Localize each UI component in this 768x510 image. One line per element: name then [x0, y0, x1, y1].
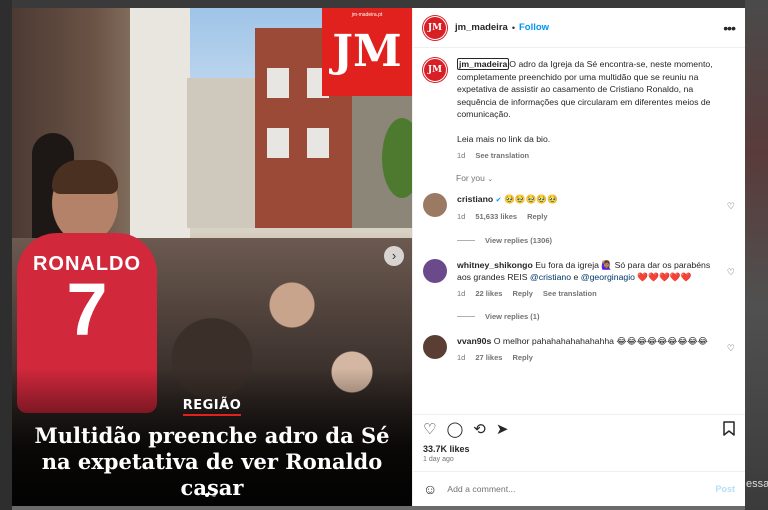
heart-icon[interactable]: ♡ — [727, 201, 735, 212]
reply-button[interactable]: Reply — [512, 353, 532, 362]
comment-body: whitney_shikongo Eu fora da igreja 🙋🏽‍♀️… — [457, 259, 717, 301]
repost-icon[interactable]: ⟲ — [473, 422, 486, 437]
verified-icon: ✔ — [495, 196, 502, 204]
boy-hair-top — [52, 160, 118, 194]
comment-avatar[interactable] — [423, 258, 447, 283]
see-translation-link[interactable]: See translation — [543, 289, 597, 298]
jm-logo: jm-madeira.pt JM — [322, 8, 412, 96]
view-replies-button[interactable]: View replies (1306) — [457, 236, 735, 245]
region-label: REGIÃO — [182, 398, 242, 416]
comment-body: vvan90s O melhor pahahahahahahahha 😂😂😂😂😂… — [457, 335, 717, 364]
comment-text-mid: e — [571, 272, 581, 282]
comment-avatar[interactable] — [423, 335, 447, 359]
backdrop-top — [12, 0, 768, 8]
comments-section[interactable]: JM jm_madeira O adro da Igreja da Sé enco… — [413, 48, 745, 414]
building — [187, 78, 257, 228]
caption-age: 1d — [457, 151, 466, 160]
see-translation-link[interactable]: See translation — [475, 151, 529, 160]
post-header: JM jm_madeira • Follow ••• — [413, 8, 745, 48]
chevron-down-icon: ⌄ — [487, 175, 494, 183]
comment-meta: 1d 27 likes Reply — [457, 352, 717, 365]
caption-body: jm_madeira O adro da Igreja da Sé encontr… — [457, 58, 735, 163]
like-count[interactable]: 33.7K likes — [413, 444, 745, 454]
avatar[interactable]: JM — [423, 15, 447, 40]
comment-age: 1d — [457, 288, 466, 298]
comment-text-end: ❤️❤️❤️❤️❤️ — [635, 272, 692, 282]
image-headline: Multidão preenche adro da Sé na expetati… — [34, 423, 390, 500]
author-username[interactable]: jm_madeira — [455, 22, 508, 33]
backdrop-right-text: essag — [746, 478, 768, 490]
send-icon[interactable]: ➤ — [496, 422, 509, 437]
comment: whitney_shikongo Eu fora da igreja 🙋🏽‍♀️… — [423, 258, 735, 301]
comment-likes[interactable]: 51,633 likes — [475, 212, 517, 221]
comment-icon[interactable]: ◯ — [446, 422, 463, 437]
caption-avatar[interactable]: JM — [423, 58, 447, 82]
header-separator: • — [511, 22, 515, 33]
carousel-dots — [205, 493, 216, 497]
heart-icon[interactable]: ♡ — [423, 422, 436, 437]
comment-avatar[interactable] — [423, 192, 447, 217]
comment-username[interactable]: whitney_shikongo — [457, 260, 533, 270]
action-bar: ♡ ◯ ⟲ ➤ — [413, 414, 745, 444]
comment-username[interactable]: vvan90s — [457, 336, 491, 346]
more-horizontal-icon[interactable]: ••• — [723, 20, 736, 36]
comment-input[interactable] — [447, 484, 716, 494]
for-you-filter[interactable]: For you ⌄ — [456, 173, 735, 183]
post-image[interactable]: RONALDO 7 jm-madeira.pt JM › REGIÃO Mult… — [12, 8, 412, 506]
comment-likes[interactable]: 22 likes — [475, 289, 502, 298]
backdrop-left — [0, 0, 12, 510]
caption: JM jm_madeira O adro da Igreja da Sé enco… — [423, 58, 735, 163]
comment-age: 1d — [457, 352, 466, 362]
caption-read-more: Leia mais no link da bio. — [457, 133, 551, 144]
caption-meta: 1d See translation — [457, 150, 735, 163]
post-modal: RONALDO 7 jm-madeira.pt JM › REGIÃO Mult… — [12, 8, 745, 506]
comment-body: cristiano ✔ 🥹🥹🥹🥹🥹 1d 51,633 likes Reply — [457, 193, 717, 224]
chevron-right-icon[interactable]: › — [384, 246, 404, 266]
carousel-dot[interactable] — [212, 493, 216, 497]
caption-username[interactable]: jm_madeira — [457, 58, 510, 70]
mention-link[interactable]: @georginagio — [581, 272, 635, 282]
comment-username[interactable]: cristiano — [457, 194, 493, 204]
comment-meta: 1d 51,633 likes Reply — [457, 211, 717, 224]
view-replies-button[interactable]: View replies (1) — [457, 312, 735, 321]
follow-button[interactable]: Follow — [519, 22, 549, 33]
jm-logo-site: jm-madeira.pt — [351, 12, 383, 18]
emoji-icon[interactable]: ☺ — [423, 481, 437, 497]
comment-text: O melhor pahahahahahahahha 😂😂😂😂😂😂😂😂😂 — [493, 336, 708, 346]
region-tag: REGIÃO — [12, 398, 412, 416]
post-age: 1 day ago — [413, 454, 745, 472]
reply-button[interactable]: Reply — [512, 289, 532, 298]
comment: cristiano ✔ 🥹🥹🥹🥹🥹 1d 51,633 likes Reply ♡ — [423, 192, 735, 224]
jersey-number: 7 — [66, 268, 108, 351]
comment-age: 1d — [457, 212, 466, 221]
post-panel: JM jm_madeira • Follow ••• JM jm_madeira… — [412, 8, 745, 506]
heart-icon[interactable]: ♡ — [727, 343, 735, 354]
comment: vvan90s O melhor pahahahahahahahha 😂😂😂😂😂… — [423, 335, 735, 364]
comment-composer: ☺ Post — [413, 472, 745, 506]
heart-icon[interactable]: ♡ — [727, 267, 735, 278]
white-wall — [130, 8, 190, 253]
comment-likes[interactable]: 27 likes — [475, 353, 502, 362]
for-you-label: For you — [456, 172, 485, 183]
backdrop-right — [745, 0, 768, 510]
jm-logo-letters: JM — [332, 26, 402, 77]
comment-meta: 1d 22 likes Reply See translation — [457, 288, 717, 301]
comment-text: 🥹🥹🥹🥹🥹 — [503, 193, 559, 204]
post-button[interactable]: Post — [715, 484, 735, 494]
reply-button[interactable]: Reply — [527, 212, 547, 221]
mention-link[interactable]: @cristiano — [530, 272, 571, 282]
carousel-dot-active[interactable] — [205, 493, 209, 497]
bookmark-icon[interactable] — [723, 420, 735, 439]
